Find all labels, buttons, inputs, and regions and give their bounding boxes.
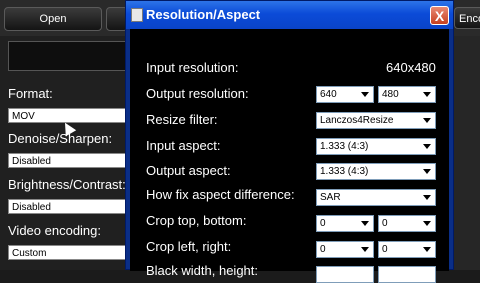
chevron-down-icon <box>423 247 431 252</box>
crop-left-value: 0 <box>320 244 326 255</box>
input-aspect-select[interactable]: 1.333 (4:3) <box>316 138 436 155</box>
dialog-body: Input resolution: 640x480 Output resolut… <box>130 29 449 283</box>
right-panel <box>454 36 480 270</box>
crop-bottom-value: 0 <box>382 218 388 229</box>
video-encoding-label: Video encoding: <box>8 223 102 238</box>
output-aspect-label: Output aspect: <box>146 163 231 178</box>
encode-button[interactable]: Enco <box>454 7 480 29</box>
crop-top-bottom-label: Crop top, bottom: <box>146 213 247 228</box>
fix-aspect-select[interactable]: SAR <box>316 189 436 206</box>
chevron-down-icon <box>361 247 369 252</box>
fix-aspect-label: How fix aspect difference: <box>146 187 295 202</box>
input-resolution-value: 640x480 <box>386 60 436 75</box>
output-height-value: 480 <box>382 89 399 100</box>
resize-filter-label: Resize filter: <box>146 112 218 127</box>
chevron-down-icon <box>361 92 369 97</box>
open-button[interactable]: Open <box>4 7 102 31</box>
chevron-down-icon <box>423 221 431 226</box>
chevron-down-icon <box>361 221 369 226</box>
format-label: Format: <box>8 86 53 101</box>
brightness-label: Brightness/Contrast: <box>8 177 126 192</box>
input-resolution-label: Input resolution: <box>146 60 239 75</box>
output-resolution-label: Output resolution: <box>146 86 249 101</box>
resize-filter-value: Lanczos4Resize <box>320 115 394 126</box>
black-width-select[interactable] <box>316 266 374 283</box>
crop-right-value: 0 <box>382 244 388 255</box>
denoise-label: Denoise/Sharpen: <box>8 131 113 146</box>
input-aspect-label: Input aspect: <box>146 138 221 153</box>
video-encoding-select[interactable]: Custom <box>8 245 126 260</box>
chevron-down-icon <box>423 144 431 149</box>
output-aspect-value: 1.333 (4:3) <box>320 166 369 177</box>
resolution-aspect-dialog: Resolution/Aspect X Input resolution: 64… <box>125 0 454 283</box>
resize-filter-select[interactable]: Lanczos4Resize <box>316 112 436 129</box>
dialog-title: Resolution/Aspect <box>146 7 261 22</box>
chevron-down-icon <box>423 118 431 123</box>
window-icon <box>131 8 143 22</box>
output-width-value: 640 <box>320 89 337 100</box>
black-width-height-label: Black width, height: <box>146 263 259 278</box>
close-button[interactable]: X <box>430 6 449 25</box>
crop-left-select[interactable]: 0 <box>316 241 374 258</box>
brightness-select[interactable]: Disabled <box>8 199 126 214</box>
crop-bottom-select[interactable]: 0 <box>378 215 436 232</box>
chevron-down-icon <box>423 92 431 97</box>
crop-left-right-label: Crop left, right: <box>146 239 232 254</box>
denoise-select[interactable]: Disabled <box>8 153 126 168</box>
file-path-field[interactable] <box>8 41 130 71</box>
crop-right-select[interactable]: 0 <box>378 241 436 258</box>
chevron-down-icon <box>423 169 431 174</box>
output-height-select[interactable]: 480 <box>378 86 436 103</box>
fix-aspect-value: SAR <box>320 192 341 203</box>
crop-top-select[interactable]: 0 <box>316 215 374 232</box>
output-aspect-select[interactable]: 1.333 (4:3) <box>316 163 436 180</box>
crop-top-value: 0 <box>320 218 326 229</box>
black-height-select[interactable] <box>378 266 436 283</box>
dialog-titlebar[interactable]: Resolution/Aspect X <box>126 1 453 29</box>
output-width-select[interactable]: 640 <box>316 86 374 103</box>
input-aspect-value: 1.333 (4:3) <box>320 141 369 152</box>
chevron-down-icon <box>423 195 431 200</box>
